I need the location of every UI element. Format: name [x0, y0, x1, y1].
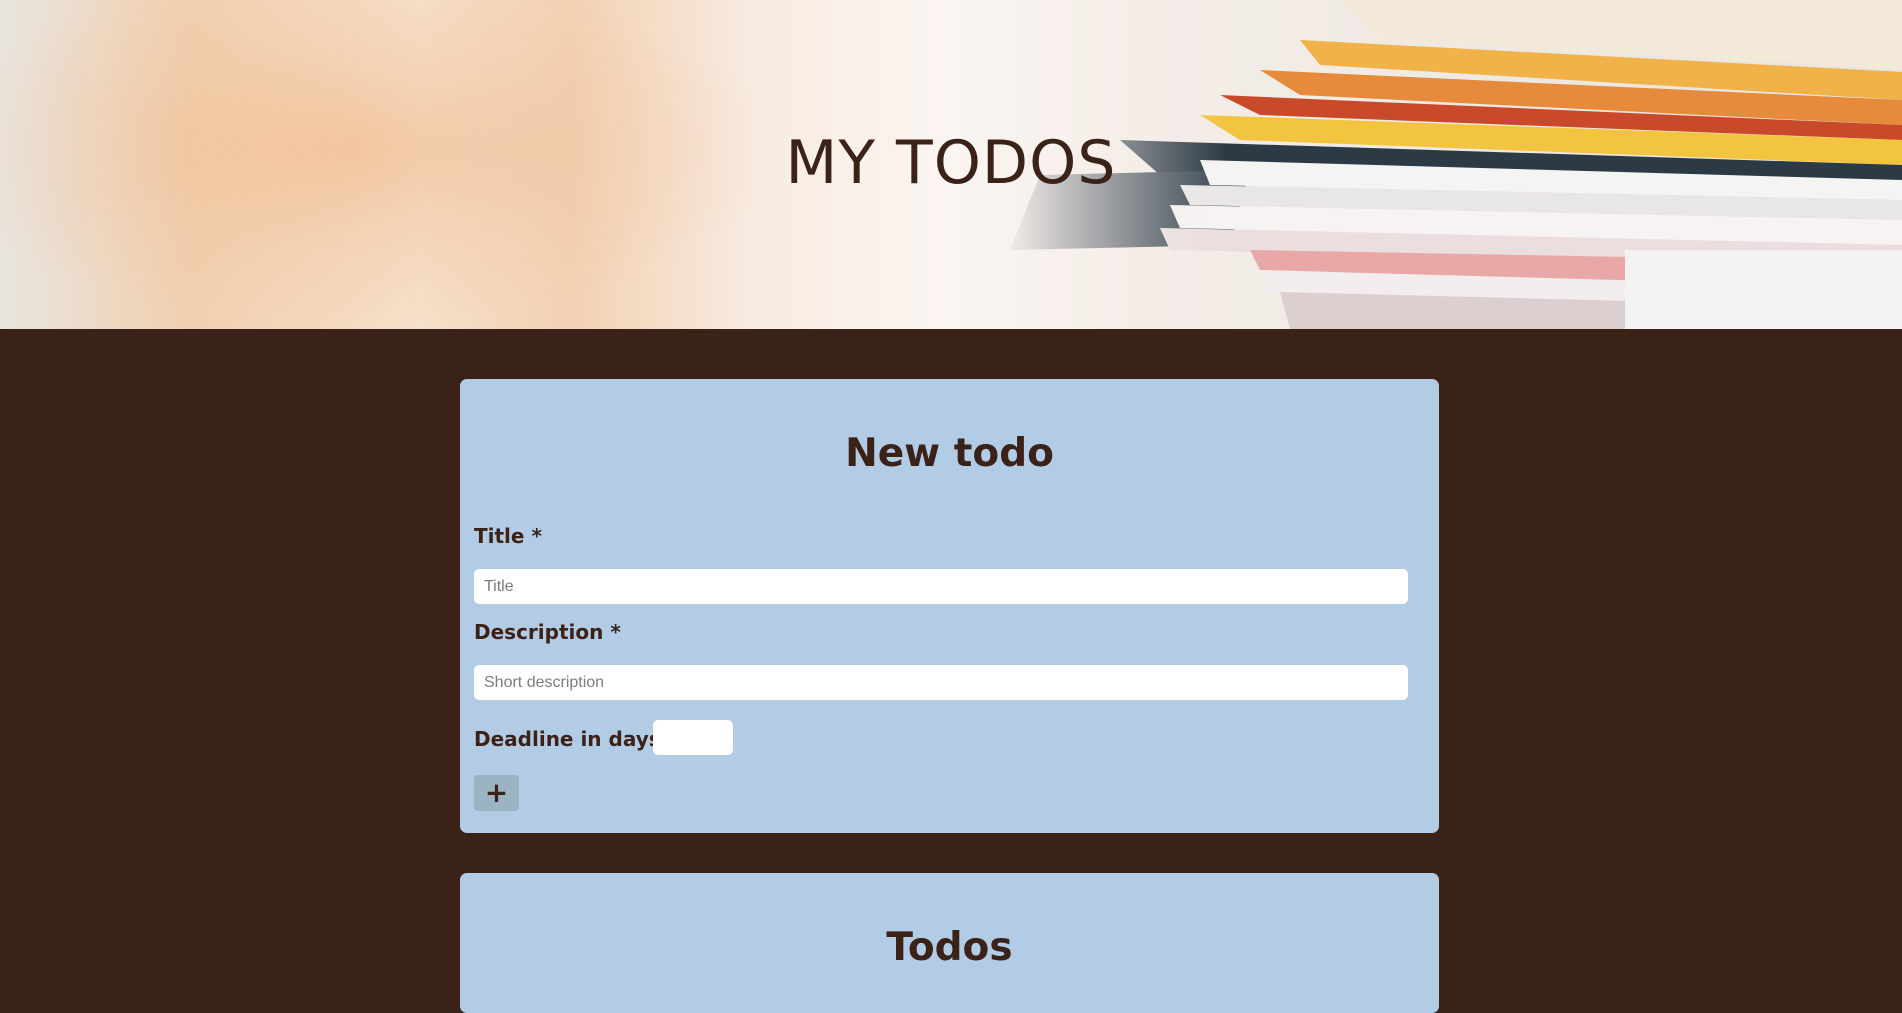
description-label: Description *	[474, 620, 621, 644]
page-title: MY TODOS	[785, 128, 1117, 198]
new-todo-heading: New todo	[845, 431, 1054, 476]
todos-card: Todos	[460, 873, 1439, 1013]
description-input[interactable]	[474, 665, 1408, 700]
todos-heading: Todos	[886, 925, 1013, 970]
add-todo-button[interactable]: +	[474, 775, 519, 811]
new-todo-card: New todo Title * Description * Deadline …	[460, 379, 1439, 833]
title-input[interactable]	[474, 569, 1408, 604]
title-label: Title *	[474, 524, 542, 548]
deadline-input[interactable]	[653, 720, 733, 755]
hero-banner: MY TODOS	[0, 0, 1902, 329]
deadline-label: Deadline in days *	[474, 727, 679, 751]
